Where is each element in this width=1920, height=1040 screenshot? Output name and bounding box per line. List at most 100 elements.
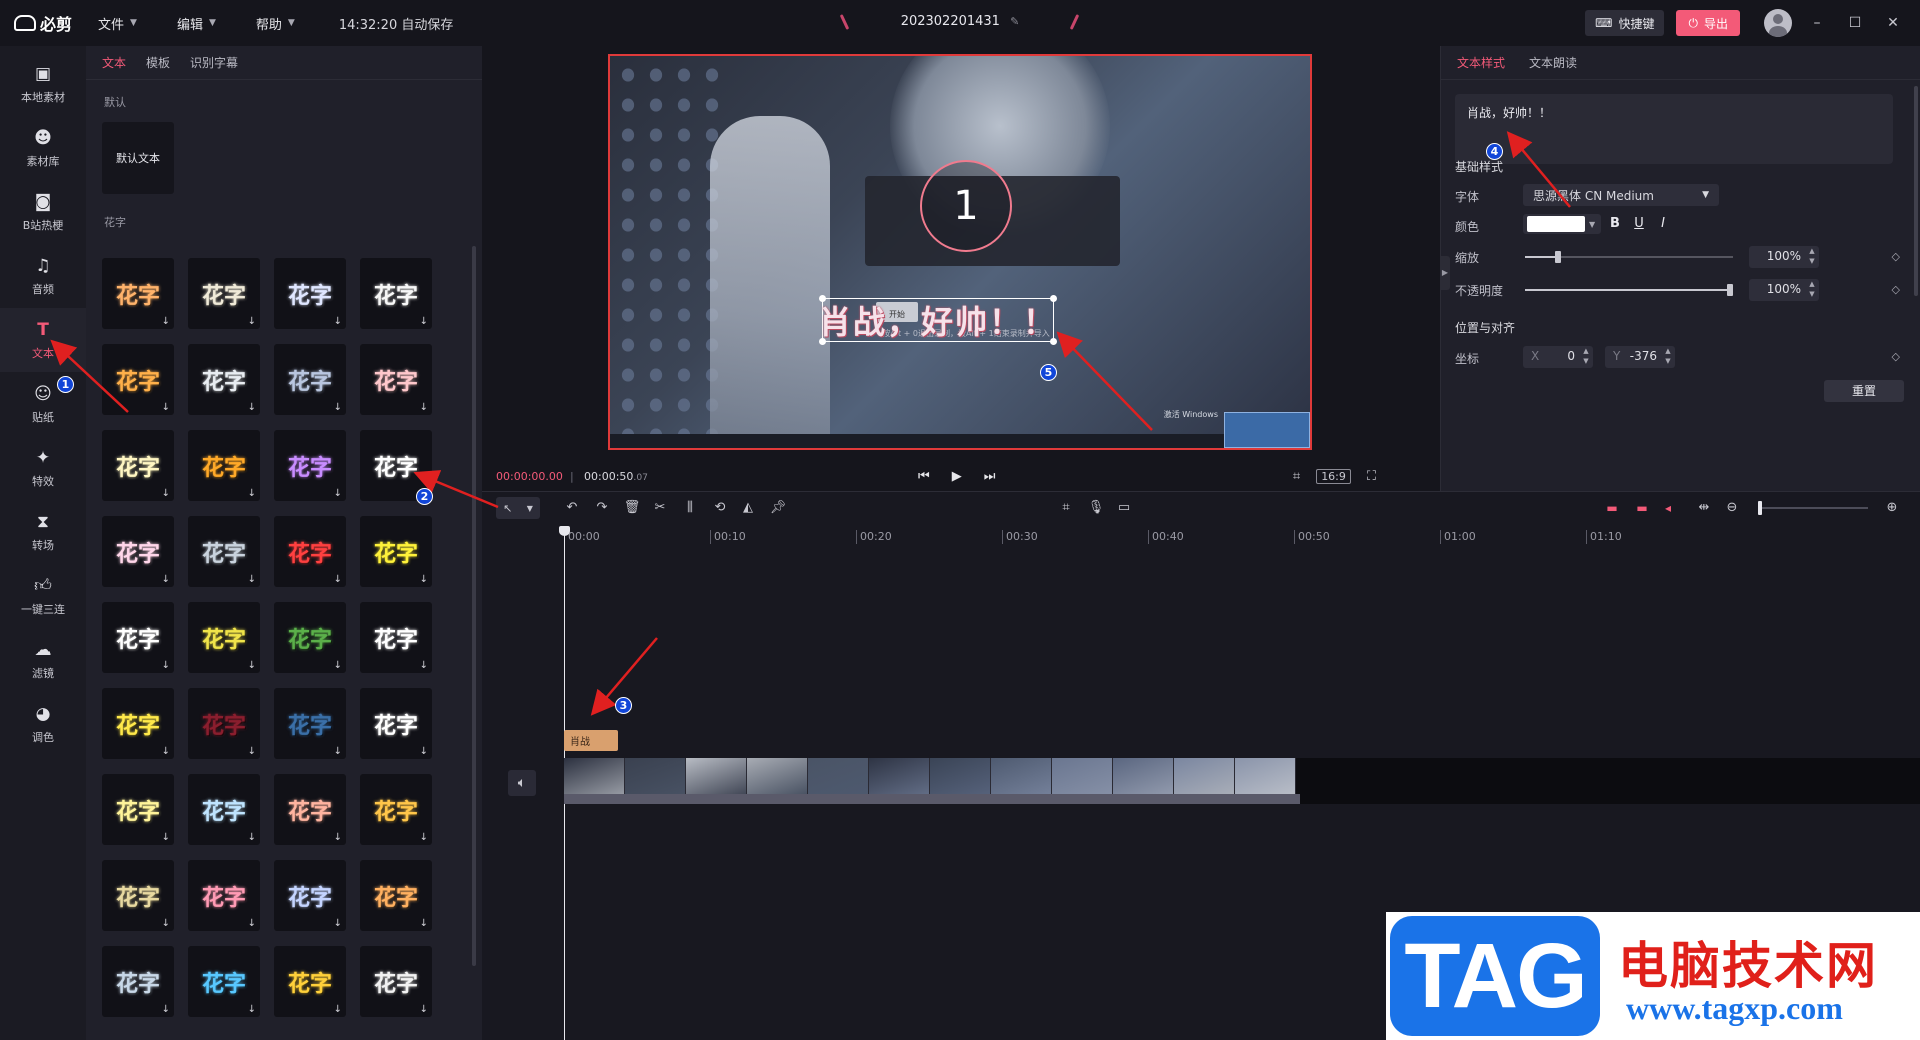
avatar[interactable] [1764,9,1792,37]
keyframe-scale-icon[interactable]: ◇ [1892,250,1900,263]
huazi-style-card[interactable]: 花字↓ [360,258,432,329]
huazi-style-card[interactable]: 花字↓ [360,516,432,587]
download-icon[interactable]: ↓ [248,832,256,843]
split-icon[interactable]: ⫼ [680,498,700,518]
huazi-style-card[interactable]: 花字↓ [360,774,432,845]
nav-effects[interactable]: ✦ 特效 [0,436,86,500]
download-icon[interactable]: ↓ [420,660,428,671]
video-track[interactable] [564,758,1920,804]
mute-track-icon[interactable]: 🔈︎ [508,770,536,796]
play-icon[interactable]: ▶ [952,469,962,484]
next-frame-icon[interactable]: ⏭ [984,469,996,484]
export-button[interactable]: ⏻ 导出 [1676,10,1740,36]
huazi-style-card[interactable]: 花字↓ [188,258,260,329]
crop-icon[interactable]: ⌗ [1293,469,1300,484]
asset-scrollbar[interactable] [472,246,476,966]
underline-button[interactable]: U [1629,214,1649,234]
download-icon[interactable]: ↓ [248,316,256,327]
huazi-style-card[interactable]: 花字↓ [274,860,346,931]
tab-text[interactable]: 文本 [102,54,126,71]
huazi-style-card[interactable]: 花字↓ [102,946,174,1017]
download-icon[interactable]: ↓ [420,918,428,929]
screen-record-icon[interactable]: ⌗ [1056,498,1076,518]
resize-handle[interactable] [1050,338,1057,345]
zoom-slider-knob[interactable] [1758,501,1762,515]
nav-color-grading[interactable]: ◕ 调色 [0,692,86,756]
tab-text-to-speech[interactable]: 文本朗读 [1529,54,1577,71]
download-icon[interactable]: ↓ [420,1004,428,1015]
download-icon[interactable]: ↓ [162,402,170,413]
download-icon[interactable]: ↓ [334,746,342,757]
text-overlay-box[interactable]: 肖战，好帅！！ [819,295,1057,345]
audio-link-icon[interactable]: ◂ [1658,498,1678,518]
download-icon[interactable]: ↓ [248,660,256,671]
zoom-in-icon[interactable]: ⊕ [1882,498,1902,518]
redo-icon[interactable]: ↷ [592,498,612,518]
tab-text-style[interactable]: 文本样式 [1457,54,1505,71]
huazi-style-card[interactable]: 花字↓ [102,258,174,329]
download-icon[interactable]: ↓ [248,1004,256,1015]
microphone-icon[interactable]: 🎙︎ [1086,498,1106,518]
opacity-slider[interactable] [1525,284,1733,296]
download-icon[interactable]: ↓ [248,918,256,929]
pin-icon[interactable]: 📌︎ [768,498,788,518]
aspect-ratio-button[interactable]: 16:9 [1316,468,1351,484]
keyframe-opacity-icon[interactable]: ◇ [1892,283,1900,296]
x-stepper[interactable]: ▲ ▼ [1581,346,1591,368]
camera-icon[interactable]: ▭ [1114,498,1134,518]
huazi-style-card[interactable]: 花字↓ [360,344,432,415]
huazi-style-card[interactable]: 花字↓ [274,688,346,759]
scale-slider-knob[interactable] [1555,251,1562,263]
italic-button[interactable]: I [1653,214,1673,234]
huazi-style-card[interactable]: 花字↓ [188,688,260,759]
menu-edit[interactable]: 编辑 ▼ [177,14,216,33]
maximize-icon[interactable]: ☐ [1842,15,1868,31]
minimize-icon[interactable]: – [1804,15,1830,31]
scale-stepper[interactable]: ▲ ▼ [1807,246,1817,268]
download-icon[interactable]: ↓ [248,574,256,585]
nav-transition[interactable]: ⧗ 转场 [0,500,86,564]
huazi-style-card[interactable]: 花字↓ [102,774,174,845]
project-name[interactable]: 202302201431 [901,14,1000,29]
huazi-style-card[interactable]: 花字↓ [360,860,432,931]
download-icon[interactable]: ↓ [248,746,256,757]
download-icon[interactable]: ↓ [420,832,428,843]
download-icon[interactable]: ↓ [334,488,342,499]
huazi-style-card[interactable]: 花字↓ [102,860,174,931]
rotate-icon[interactable]: ⟲ [710,498,730,518]
link-track-icon[interactable]: ▬ [1602,498,1622,518]
download-icon[interactable]: ↓ [162,1004,170,1015]
huazi-style-card[interactable]: 花字↓ [360,688,432,759]
font-select[interactable]: 思源黑体 CN Medium ▼ [1523,184,1719,206]
cut-icon[interactable]: ✂ [650,498,670,518]
close-icon[interactable]: ✕ [1880,15,1906,31]
huazi-style-card[interactable]: 花字↓ [274,258,346,329]
huazi-style-card[interactable]: 花字↓ [188,946,260,1017]
rename-icon[interactable]: ✎ [1010,15,1019,28]
scale-slider[interactable] [1525,251,1733,263]
download-icon[interactable]: ↓ [162,746,170,757]
text-clip[interactable]: 肖战 [564,730,618,751]
collapse-left-icon[interactable]: ▶ [1440,256,1450,290]
nav-filter[interactable]: ☁ 滤镜 [0,628,86,692]
huazi-style-card[interactable]: 花字↓ [102,688,174,759]
opacity-stepper[interactable]: ▲ ▼ [1807,279,1817,301]
zoom-slider[interactable] [1758,501,1868,515]
huazi-style-card[interactable]: 花字↓ [188,602,260,673]
download-icon[interactable]: ↓ [334,1004,342,1015]
mirror-icon[interactable]: ◭ [738,498,758,518]
nav-triple-like[interactable]: 👍︎ 一键三连 [0,564,86,628]
nav-audio[interactable]: ♫ 音频 [0,244,86,308]
download-icon[interactable]: ↓ [248,488,256,499]
download-icon[interactable]: ↓ [420,402,428,413]
resize-handle[interactable] [819,295,826,302]
huazi-style-card[interactable]: 花字↓ [274,430,346,501]
huazi-style-card[interactable]: 花字↓ [274,344,346,415]
snap-icon[interactable]: ▬ [1632,498,1652,518]
download-icon[interactable]: ↓ [334,660,342,671]
download-icon[interactable]: ↓ [162,574,170,585]
keyframe-position-icon[interactable]: ◇ [1892,350,1900,363]
select-tool-button[interactable]: ↖ ▼ [496,497,540,519]
download-icon[interactable]: ↓ [420,316,428,327]
nav-text[interactable]: T 文本 [0,308,86,372]
